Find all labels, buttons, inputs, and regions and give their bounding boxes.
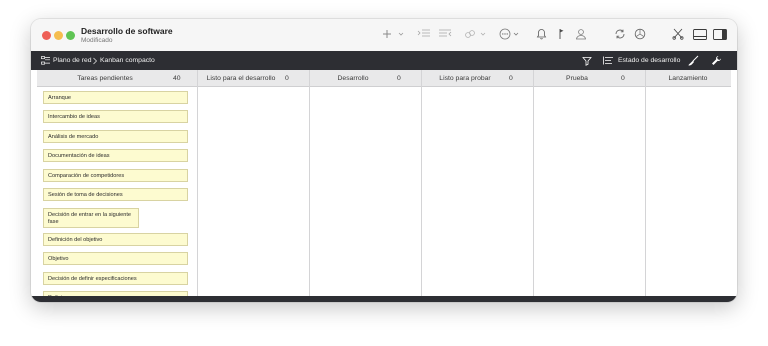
column-divider (421, 70, 422, 302)
document-status: Modificado (81, 37, 113, 44)
task-card[interactable]: Documentación de ideas (43, 149, 188, 162)
kanban-header: Tareas pendientes 40 Listo para el desar… (37, 70, 731, 87)
column-name: Tareas pendientes (77, 74, 133, 82)
kanban-board: Tareas pendientes 40 Listo para el desar… (37, 70, 731, 302)
column-header-backlog[interactable]: Tareas pendientes 40 (37, 70, 197, 86)
column-name: Listo para el desarrollo (206, 74, 276, 82)
task-card[interactable]: Intercambio de ideas (43, 110, 188, 123)
view-navbar: Plano de red Kanban compacto Estado de d… (31, 51, 737, 70)
column-header-launch[interactable]: Lanzamiento (645, 70, 731, 86)
status-view-selector[interactable]: Estado de desarrollo (618, 51, 680, 70)
column-divider (645, 70, 646, 302)
breadcrumb-current-view[interactable]: Kanban compacto (100, 51, 155, 70)
close-window-button[interactable] (42, 31, 51, 40)
minimize-window-button[interactable] (54, 31, 63, 40)
bell-icon[interactable] (534, 26, 548, 42)
column-name: Lanzamiento (668, 74, 708, 82)
task-card[interactable]: Definición del objetivo (43, 233, 188, 246)
layout-bottom-icon[interactable] (692, 26, 708, 42)
sync-icon[interactable] (613, 26, 627, 42)
column-divider (533, 70, 534, 302)
document-title: Desarrollo de software (81, 26, 173, 36)
task-card[interactable]: Sesión de toma de decisiones (43, 188, 188, 201)
column-name: Listo para probar (439, 74, 491, 82)
chevron-down-icon[interactable] (512, 26, 520, 42)
filter-icon[interactable] (582, 51, 592, 70)
breadcrumb-network-plan[interactable]: Plano de red (53, 51, 92, 70)
column-count: 0 (509, 74, 513, 82)
wrench-icon[interactable] (711, 51, 722, 70)
column-header-ready-test[interactable]: Listo para probar 0 (421, 70, 533, 86)
column-name: Prueba (566, 74, 588, 82)
link-icon[interactable] (463, 26, 477, 42)
breadcrumb-chevron-icon (92, 51, 98, 70)
scissors-icon[interactable] (671, 26, 685, 42)
network-plan-icon[interactable] (41, 51, 51, 70)
task-card[interactable]: Objetivo (43, 252, 188, 265)
progress-icon[interactable] (633, 26, 647, 42)
column-header-testing[interactable]: Prueba 0 (533, 70, 645, 86)
task-card[interactable]: Análisis de mercado (43, 130, 188, 143)
status-view-icon[interactable] (603, 51, 614, 70)
column-count: 0 (621, 74, 625, 82)
task-card[interactable]: Arranque (43, 91, 188, 104)
flag-icon[interactable] (555, 26, 567, 42)
column-divider (309, 70, 310, 302)
plus-icon[interactable] (380, 26, 394, 42)
column-count: 0 (397, 74, 401, 82)
column-header-development[interactable]: Desarrollo 0 (309, 70, 421, 86)
person-icon[interactable] (574, 26, 588, 42)
bottom-bar (31, 296, 737, 302)
outdent-icon[interactable] (437, 26, 453, 42)
app-window: Desarrollo de software Modificado Plano … (31, 19, 737, 302)
task-card[interactable]: Comparación de competidores (43, 169, 188, 182)
brush-icon[interactable] (688, 51, 699, 70)
title-bar: Desarrollo de software Modificado (31, 19, 737, 51)
column-count: 0 (285, 74, 289, 82)
zoom-window-button[interactable] (66, 31, 75, 40)
indent-icon[interactable] (416, 26, 432, 42)
column-count: 40 (173, 74, 181, 82)
column-name: Desarrollo (337, 74, 369, 82)
chevron-down-icon[interactable] (397, 26, 405, 42)
task-card[interactable]: Decisión de entrar en la siguiente fase (43, 208, 139, 228)
task-card[interactable]: Decisión de definir especificaciones (43, 272, 188, 285)
layout-sidebar-icon[interactable] (712, 26, 728, 42)
column-header-ready-dev[interactable]: Listo para el desarrollo 0 (197, 70, 309, 86)
more-icon[interactable] (498, 26, 512, 42)
column-divider (197, 70, 198, 302)
chevron-down-icon[interactable] (479, 26, 487, 42)
